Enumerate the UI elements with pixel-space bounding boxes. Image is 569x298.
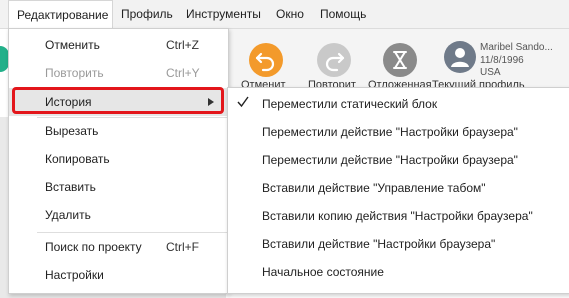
menu-help-label: Помощь (320, 7, 367, 21)
menu-item-settings[interactable]: Настройки (9, 261, 228, 289)
menu-item-undo-shortcut: Ctrl+Z (166, 38, 199, 52)
menu-profile[interactable]: Профиль (121, 0, 173, 28)
menu-item-paste[interactable]: Вставить (9, 173, 228, 201)
redo-button[interactable] (317, 43, 351, 77)
menu-window-label: Окно (276, 7, 304, 21)
user-name: Maribel Sando... (480, 42, 553, 53)
history-submenu: Переместили статический блок Переместили… (227, 87, 569, 294)
highlight-outline (12, 87, 224, 114)
history-item[interactable]: Вставили действие "Настройки браузера" (228, 229, 569, 257)
menu-edit[interactable]: Редактирование (8, 0, 113, 29)
user-silhouette-icon (451, 48, 469, 67)
menu-item-project-search[interactable]: Поиск по проекту Ctrl+F (9, 233, 228, 261)
undo-button[interactable] (249, 43, 283, 77)
menu-profile-label: Профиль (121, 7, 173, 21)
menu-item-project-search-shortcut: Ctrl+F (166, 240, 199, 254)
history-item-label: Начальное состояние (262, 265, 384, 279)
user-avatar-icon[interactable] (444, 41, 476, 73)
menu-item-redo-shortcut: Ctrl+Y (166, 66, 200, 80)
history-item[interactable]: Вставили действие "Управление табом" (228, 173, 569, 201)
menu-window[interactable]: Окно (276, 0, 304, 28)
menu-help[interactable]: Помощь (320, 0, 366, 28)
user-date: 11/8/1996 (480, 55, 524, 66)
history-item-label: Переместили действие "Настройки браузера… (262, 125, 518, 139)
menu-item-delete[interactable]: Удалить (9, 201, 228, 229)
edit-menu: Отменить Ctrl+Z Повторить Ctrl+Y История… (8, 28, 229, 294)
menu-item-cut-label: Вырезать (45, 124, 99, 138)
menu-tools-label: Инструменты (186, 7, 261, 21)
history-item[interactable]: Начальное состояние (228, 257, 569, 285)
menu-edit-label: Редактирование (17, 8, 109, 22)
menu-item-cut[interactable]: Вырезать (9, 117, 228, 145)
checkmark-icon (237, 96, 249, 108)
history-item-label: Переместили статический блок (262, 97, 438, 111)
menu-item-copy-label: Копировать (45, 152, 110, 166)
menu-item-project-search-label: Поиск по проекту (45, 240, 142, 254)
history-item[interactable]: Переместили статический блок (228, 89, 569, 117)
menu-item-redo: Повторить Ctrl+Y (9, 59, 228, 87)
history-item[interactable]: Вставили копию действия "Настройки брауз… (228, 201, 569, 229)
menu-tools[interactable]: Инструменты (186, 0, 261, 28)
redo-icon (325, 52, 345, 72)
history-item[interactable]: Переместили действие "Настройки браузера… (228, 117, 569, 145)
menu-item-paste-label: Вставить (45, 180, 96, 194)
deferred-button[interactable] (383, 43, 417, 77)
menu-item-redo-label: Повторить (45, 66, 104, 80)
history-item-label: Вставили действие "Управление табом" (262, 181, 486, 195)
user-country: USA (480, 67, 501, 78)
undo-icon (255, 52, 275, 72)
menu-item-copy[interactable]: Копировать (9, 145, 228, 173)
history-item[interactable]: Переместили действие "Настройки браузера… (228, 145, 569, 173)
menu-item-settings-label: Настройки (45, 268, 104, 282)
history-item-label: Вставили копию действия "Настройки брауз… (262, 209, 533, 223)
menu-item-undo-label: Отменить (45, 38, 100, 52)
menubar: Редактирование Профиль Инструменты Окно … (0, 0, 569, 29)
history-item-label: Вставили действие "Настройки браузера" (262, 237, 496, 251)
menu-item-undo[interactable]: Отменить Ctrl+Z (9, 31, 228, 59)
history-item-label: Переместили действие "Настройки браузера… (262, 153, 518, 167)
hourglass-icon (393, 51, 407, 69)
menu-item-delete-label: Удалить (45, 208, 91, 222)
